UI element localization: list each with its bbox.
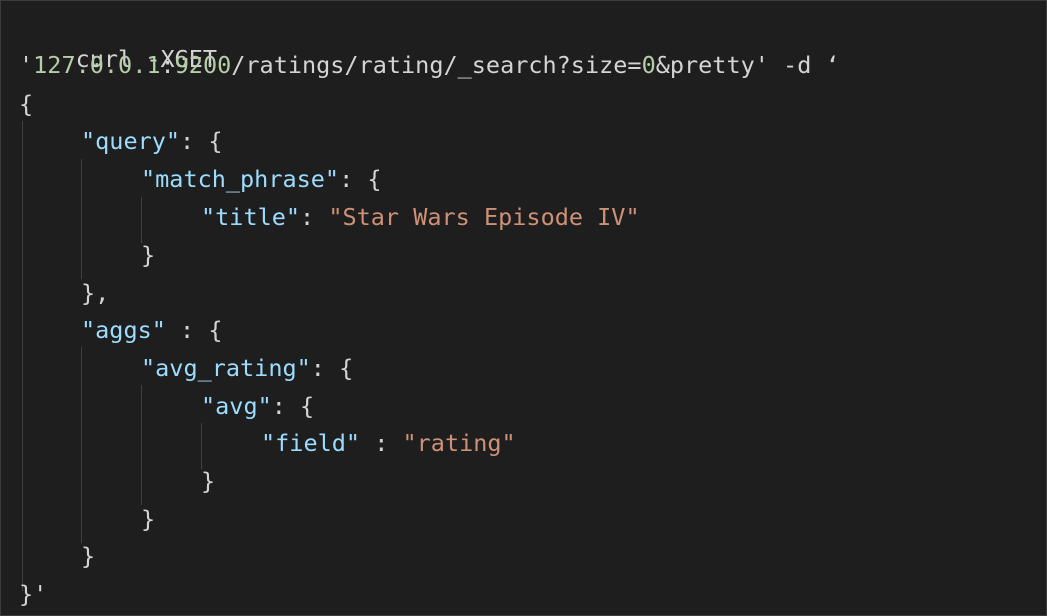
- json-key-avg: "avg": [201, 392, 272, 420]
- json-key-field: "field": [261, 429, 361, 457]
- punctuation: : {: [310, 354, 354, 382]
- json-key-title: "title": [201, 203, 301, 231]
- code-line-6: "title": "Star Wars Episode IV": [201, 199, 640, 236]
- host-ip: 127.0.0.1: [33, 51, 161, 79]
- punctuation: :: [360, 429, 403, 457]
- code-line-2: '127.0.0.1:9200/ratings/rating/_search?s…: [19, 47, 840, 84]
- punctuation: : {: [180, 127, 223, 155]
- close-brace: },: [81, 279, 110, 307]
- punctuation: :: [300, 203, 329, 231]
- port-separator: :: [160, 51, 175, 79]
- code-line-10: "avg_rating": {: [141, 350, 353, 387]
- close-brace: }: [141, 505, 156, 533]
- json-key-avg-rating: "avg_rating": [141, 354, 311, 382]
- url-path: /ratings/rating/_search?size=: [231, 51, 642, 79]
- json-value-field: "rating": [402, 429, 516, 457]
- code-line-14: }: [141, 501, 155, 538]
- close-brace: }: [141, 241, 156, 269]
- size-value: 0: [641, 51, 656, 79]
- url-tail: &pretty' -d ‘: [655, 51, 840, 79]
- close-brace-quote: }': [19, 580, 48, 608]
- json-value-title: "Star Wars Episode IV": [328, 203, 640, 231]
- quote-open: ': [19, 51, 34, 79]
- code-line-1: curl -XGET: [19, 4, 217, 73]
- code-editor: curl -XGET '127.0.0.1:9200/ratings/ratin…: [0, 0, 1047, 616]
- code-line-16: }': [19, 576, 47, 613]
- indent-guide: [81, 347, 82, 543]
- punctuation: : {: [339, 165, 382, 193]
- close-brace: }: [81, 542, 96, 570]
- code-line-13: }: [201, 463, 215, 500]
- json-key-aggs: "aggs": [81, 316, 166, 344]
- open-brace: {: [19, 90, 34, 118]
- indent-guide: [81, 159, 82, 279]
- code-line-5: "match_phrase": {: [141, 161, 382, 198]
- json-key-query: "query": [81, 127, 181, 155]
- json-key-match-phrase: "match_phrase": [141, 165, 340, 193]
- code-line-15: }: [81, 538, 95, 575]
- code-line-4: "query": {: [81, 123, 223, 160]
- punctuation: : {: [165, 316, 223, 344]
- indent-guide: [22, 121, 23, 591]
- code-line-3: {: [19, 86, 33, 123]
- code-line-12: "field" : "rating": [261, 425, 516, 462]
- code-line-7: }: [141, 237, 155, 274]
- code-line-11: "avg": {: [201, 388, 314, 425]
- punctuation: : {: [271, 392, 315, 420]
- port-number: 9200: [174, 51, 232, 79]
- close-brace: }: [201, 467, 216, 495]
- code-line-9: "aggs" : {: [81, 312, 222, 349]
- indent-guide: [141, 385, 142, 505]
- code-line-8: },: [81, 275, 109, 312]
